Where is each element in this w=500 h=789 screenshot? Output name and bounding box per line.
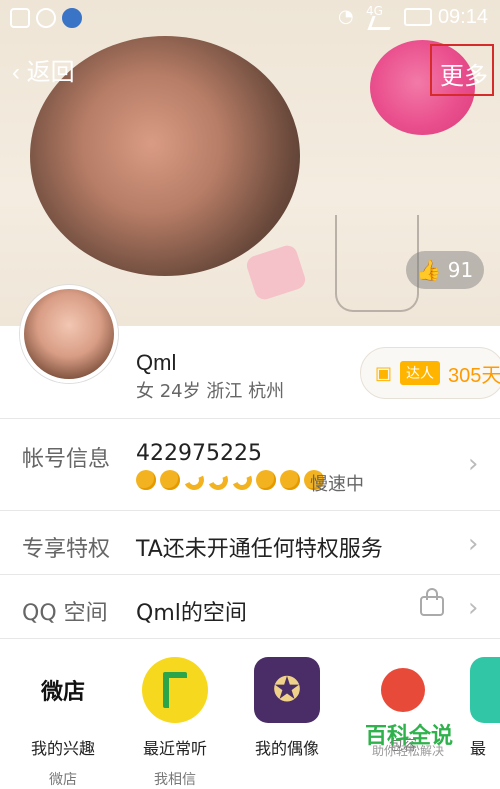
like-count: 91	[447, 258, 474, 282]
parrot-icon	[370, 657, 436, 723]
qzone-value: Qml的空间	[136, 601, 247, 626]
back-label: 返回	[26, 59, 75, 86]
account-info-row[interactable]: 帐号信息 422975225 ›	[0, 418, 500, 510]
sun-icon	[160, 470, 180, 490]
badge-days: 305天	[448, 364, 500, 387]
chevron-right-icon: ›	[468, 593, 479, 623]
app-subtitle: 微店	[49, 772, 77, 788]
battery-icon	[404, 8, 432, 26]
sun-icon	[136, 470, 156, 490]
privilege-row[interactable]: 专享特权 TA还未开通任何特权服务 ›	[0, 510, 500, 574]
chevron-right-icon: ›	[468, 529, 479, 559]
app-interest[interactable]: 微店 我的兴趣 微店	[8, 657, 118, 789]
image-icon	[10, 8, 30, 28]
privilege-value: TA还未开通任何特权服务	[136, 537, 383, 562]
qq-number: 422975225	[136, 441, 262, 466]
status-bar: ◔ 4G 09:14	[0, 0, 500, 36]
app-title: 我的偶像	[254, 739, 319, 758]
app-icon	[470, 657, 500, 723]
row-label: QQ 空间	[22, 601, 108, 626]
back-button[interactable]: ‹ 返回	[12, 52, 75, 87]
wifi-icon: ◔	[338, 6, 354, 27]
music-note-icon	[142, 657, 208, 723]
app-title: 我的兴趣	[30, 739, 95, 758]
signal-icon	[367, 16, 395, 30]
star-icon	[280, 470, 300, 490]
thumbs-up-icon: 👍	[416, 258, 442, 282]
moon-icon	[205, 467, 231, 493]
talent-badge[interactable]: ▣ 达人 305天	[360, 347, 500, 399]
weidian-icon: 微店	[30, 657, 96, 723]
app-recent-music[interactable]: 最近常听 我相信	[120, 657, 230, 789]
profile-name: Qml	[136, 350, 177, 375]
badge-tag: 达人	[400, 361, 441, 385]
apps-strip: 微店 我的兴趣 微店 最近常听 我相信 ✪ 我的偶像 包容 最	[0, 638, 500, 789]
row-label: 专享特权	[22, 537, 111, 562]
like-button[interactable]: 👍 91	[406, 251, 484, 289]
cover-heart-sticker	[244, 243, 308, 302]
row-label: 帐号信息	[22, 447, 111, 472]
level-icons	[136, 467, 324, 493]
status-time: 09:14	[437, 6, 488, 28]
app-idol[interactable]: ✪ 我的偶像	[232, 657, 342, 769]
more-label: 更多	[440, 63, 488, 90]
watermark-subtitle: 助你轻松解决	[372, 744, 445, 758]
weidian-icon-text: 微店	[40, 680, 85, 705]
app-partial[interactable]: 最	[470, 657, 500, 769]
moon-icon	[229, 467, 255, 493]
star-badge-icon: ✪	[254, 657, 320, 723]
sync-icon	[36, 8, 56, 28]
phone-wings-icon: ▣	[375, 362, 393, 384]
chevron-right-icon: ›	[468, 449, 479, 479]
app-notification-icon	[62, 8, 82, 28]
star-icon	[256, 470, 276, 490]
moon-icon	[181, 467, 207, 493]
more-button[interactable]: 更多	[430, 44, 494, 96]
level-speed: 慢速中	[310, 474, 364, 495]
chevron-left-icon: ‹	[12, 59, 20, 86]
app-title: 最近常听	[142, 739, 207, 758]
lock-icon	[420, 588, 444, 616]
profile-meta: 女 24岁 浙江 杭州	[136, 381, 285, 402]
app-subtitle: 我相信	[154, 772, 196, 788]
avatar[interactable]	[20, 285, 118, 383]
app-title: 最	[470, 739, 487, 758]
